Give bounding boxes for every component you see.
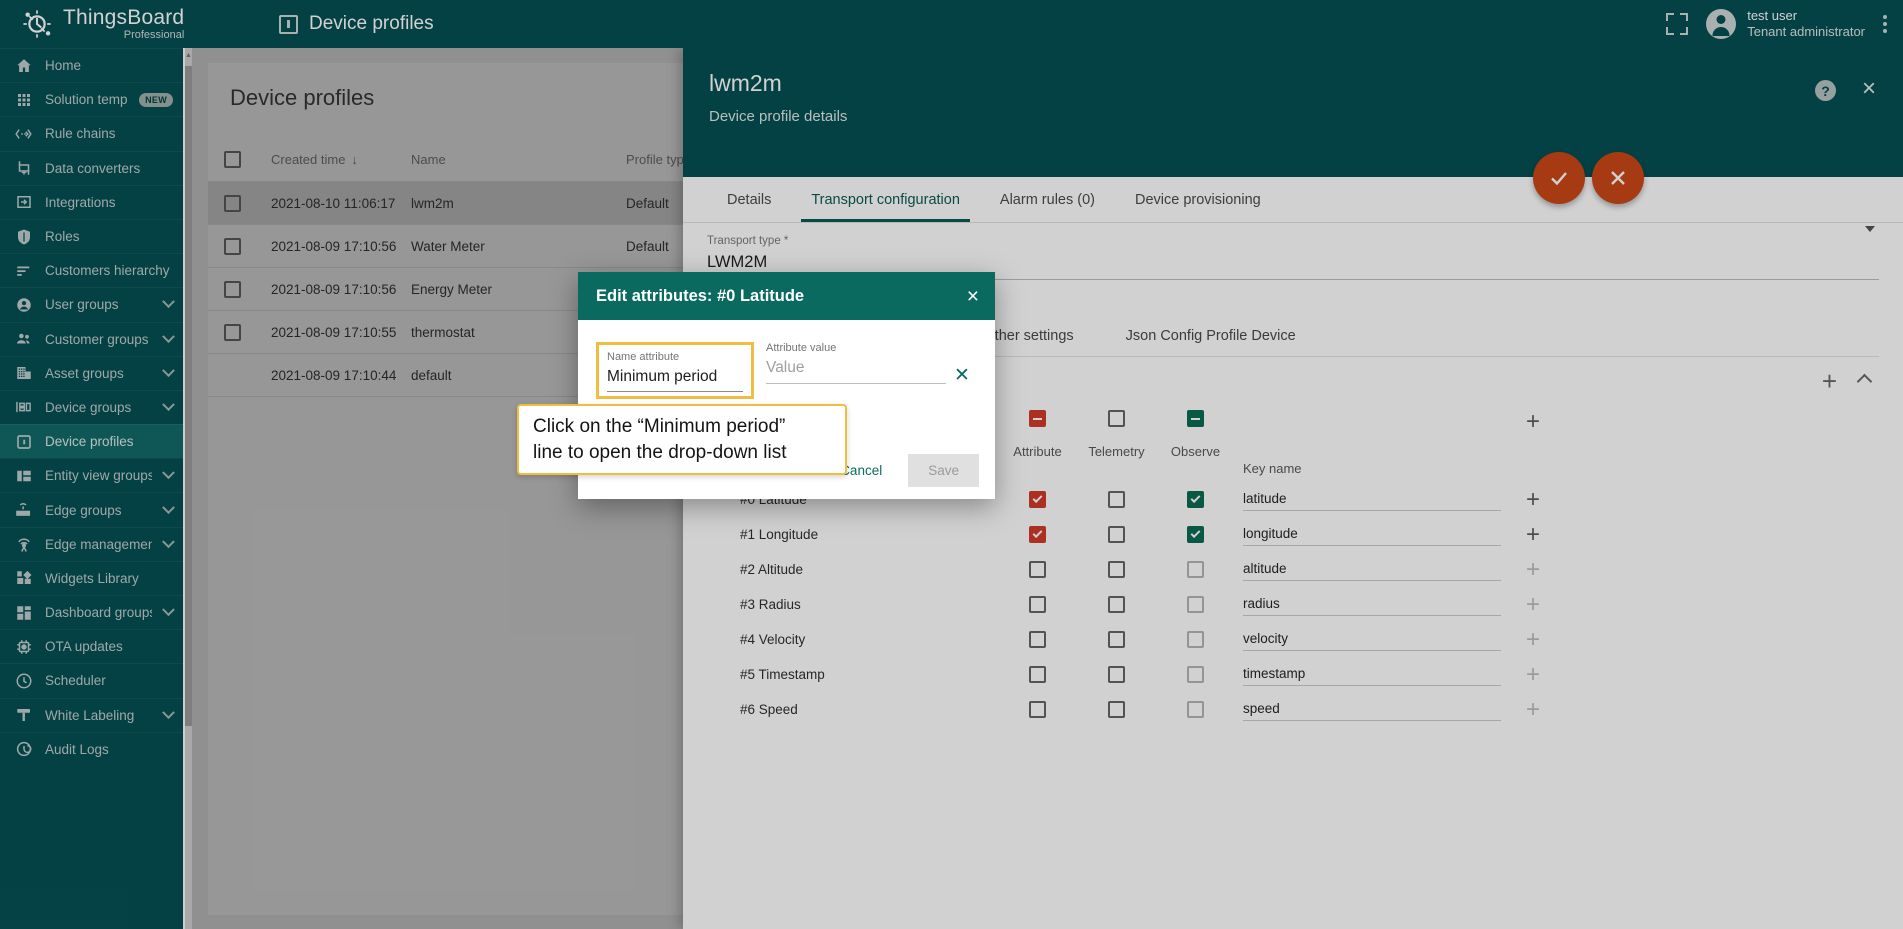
close-icon[interactable]: × bbox=[967, 286, 979, 307]
save-button[interactable]: Save bbox=[908, 454, 979, 487]
callout-line-2: line to open the drop-down list bbox=[533, 442, 787, 463]
attribute-value-field: Attribute value bbox=[766, 342, 946, 384]
instruction-callout: Click on the “Minimum period” line to op… bbox=[517, 404, 847, 475]
attribute-value-label: Attribute value bbox=[766, 342, 946, 354]
dialog-actions: Cancel Save bbox=[826, 454, 979, 487]
name-attribute-select[interactable]: Name attribute Minimum period bbox=[596, 342, 754, 399]
dialog-title: Edit attributes: #0 Latitude bbox=[596, 287, 804, 306]
attribute-value-input[interactable] bbox=[766, 354, 946, 384]
remove-attribute-icon[interactable]: ✕ bbox=[954, 364, 970, 387]
dialog-header: Edit attributes: #0 Latitude × bbox=[578, 272, 995, 320]
name-attribute-value: Minimum period bbox=[607, 363, 743, 392]
dialog-body: Name attribute Minimum period Attribute … bbox=[578, 320, 995, 399]
callout-line-1: Click on the “Minimum period” bbox=[533, 416, 785, 437]
name-attribute-label: Name attribute bbox=[607, 351, 743, 363]
